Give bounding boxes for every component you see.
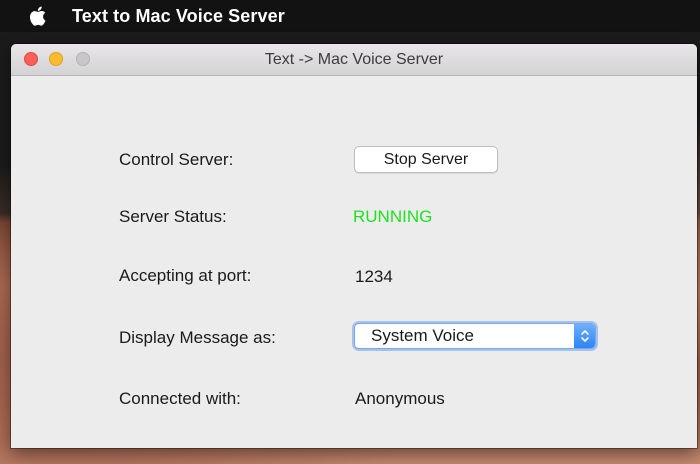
app-window: Text -> Mac Voice Server Control Server:… [11, 44, 697, 448]
port-label: Accepting at port: [119, 266, 252, 285]
stop-server-button[interactable]: Stop Server [354, 146, 498, 173]
window-title: Text -> Mac Voice Server [264, 51, 444, 68]
app-menu-title[interactable]: Text to Mac Voice Server [72, 6, 285, 27]
connected-with-label: Connected with: [119, 389, 241, 408]
chevron-up-down-icon[interactable] [574, 324, 595, 348]
display-message-selected: System Voice [371, 326, 474, 345]
server-status-label: Server Status: [119, 207, 227, 226]
apple-logo-icon[interactable] [28, 6, 46, 26]
window-content: Control Server: Stop Server Server Statu… [11, 76, 697, 448]
apple-logo-icon-svg [29, 6, 45, 26]
menu-bar: Text to Mac Voice Server [0, 0, 700, 32]
display-message-label: Display Message as: [119, 328, 276, 347]
window-titlebar[interactable]: Text -> Mac Voice Server [11, 44, 697, 76]
server-status-value: RUNNING [353, 207, 433, 226]
connected-with-value: Anonymous [355, 389, 445, 408]
chevron-up-down-icon-svg [580, 330, 589, 342]
display-message-select[interactable]: System Voice [354, 323, 596, 349]
port-value: 1234 [355, 267, 393, 286]
control-server-label: Control Server: [119, 150, 234, 169]
